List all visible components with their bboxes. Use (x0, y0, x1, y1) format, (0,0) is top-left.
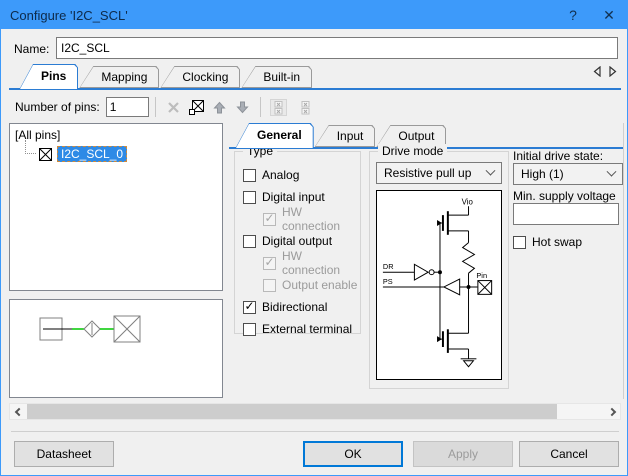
checkbox-box (243, 235, 256, 248)
toolbar-separator (260, 97, 261, 117)
tab-scroll-right-icon[interactable] (608, 66, 617, 77)
datasheet-button[interactable]: Datasheet (14, 441, 114, 467)
number-of-pins-label: Number of pins: (15, 100, 100, 114)
delete-pin-icon[interactable] (164, 98, 183, 117)
tree-item-label: I2C_SCL_0 (57, 146, 127, 162)
checkbox-box (243, 301, 256, 314)
title-bar: Configure 'I2C_SCL' ? ✕ (1, 1, 627, 29)
apply-button[interactable]: Apply (413, 441, 513, 467)
pin-preview-schematic (10, 300, 222, 397)
drive-mode-group: Drive mode Resistive pull up Vio DR (369, 151, 509, 389)
cancel-button[interactable]: Cancel (519, 441, 619, 467)
checkbox-analog[interactable]: Analog (235, 164, 360, 186)
initial-drive-state-select[interactable]: High (1) (513, 163, 623, 185)
pin-preview-panel (9, 299, 223, 398)
horizontal-scrollbar[interactable] (9, 403, 621, 420)
tree-item-pin[interactable]: I2C_SCL_0 (15, 146, 222, 162)
svg-text:Vio: Vio (462, 197, 474, 206)
checkbox-hot-swap[interactable]: Hot swap (513, 235, 582, 249)
unchain-pins-icon[interactable] (296, 98, 315, 117)
number-of-pins-input[interactable] (106, 97, 149, 117)
drive-mode-select[interactable]: Resistive pull up (376, 162, 502, 184)
svg-text:PS: PS (383, 277, 393, 286)
drive-mode-diagram: Vio DR PS Pin (376, 190, 502, 380)
close-button[interactable]: ✕ (591, 1, 627, 29)
name-input[interactable] (56, 37, 618, 59)
tab-clocking[interactable]: Clocking (160, 66, 240, 88)
chain-pins-icon[interactable] (269, 98, 288, 117)
min-supply-voltage-label: Min. supply voltage (513, 189, 616, 203)
window-title: Configure 'I2C_SCL' (10, 8, 128, 23)
move-up-icon[interactable] (210, 98, 229, 117)
tab-scroll-arrows (593, 62, 617, 77)
checkbox-box (243, 191, 256, 204)
scroll-left-icon[interactable] (10, 404, 27, 419)
scrollbar-thumb[interactable] (27, 404, 557, 419)
pin-icon (39, 148, 52, 161)
checkbox-box (513, 236, 526, 249)
main-tab-strip: Pins Mapping Clocking Built-in (9, 62, 621, 90)
checkbox-bidirectional[interactable]: Bidirectional (235, 296, 360, 318)
move-down-icon[interactable] (233, 98, 252, 117)
tab-scroll-left-icon[interactable] (593, 66, 602, 77)
pin-detail-panel: General Input Output Type Analog Digital… (229, 123, 624, 399)
tab-mapping[interactable]: Mapping (79, 66, 159, 88)
checkbox-box (243, 323, 256, 336)
toolbar-separator (155, 97, 156, 117)
initial-drive-state-label: Initial drive state: (513, 149, 603, 163)
checkbox-box (263, 279, 276, 292)
chevron-down-icon (607, 166, 617, 176)
pins-toolbar: Number of pins: (9, 93, 621, 121)
tree-elbow-connector (25, 140, 36, 154)
min-supply-voltage-input[interactable] (513, 203, 619, 225)
tab-built-in[interactable]: Built-in (241, 66, 312, 88)
tab-pins[interactable]: Pins (19, 64, 78, 90)
help-button[interactable]: ? (555, 1, 591, 29)
checkbox-hw-connection-output[interactable]: HW connection (235, 252, 360, 274)
pin-tree-panel: [All pins] I2C_SCL_0 (9, 123, 223, 291)
type-group: Type Analog Digital input HW connection … (234, 151, 361, 334)
svg-text:DR: DR (383, 262, 394, 271)
scroll-right-icon[interactable] (603, 404, 620, 419)
tree-root-all-pins[interactable]: [All pins] (15, 128, 222, 142)
checkbox-hw-connection-input[interactable]: HW connection (235, 208, 360, 230)
checkbox-external-terminal[interactable]: External terminal (235, 318, 360, 340)
chevron-down-icon (486, 165, 496, 175)
configure-pin-dialog: Configure 'I2C_SCL' ? ✕ Name: Pins Mappi… (0, 0, 628, 476)
add-pin-icon[interactable] (187, 98, 206, 117)
svg-text:Pin: Pin (476, 271, 487, 280)
checkbox-box (263, 257, 276, 270)
drive-mode-group-title: Drive mode (378, 144, 447, 158)
tab-input[interactable]: Input (315, 125, 376, 147)
ok-button[interactable]: OK (303, 441, 403, 467)
checkbox-box (243, 169, 256, 182)
footer-divider (11, 431, 619, 432)
name-label: Name: (14, 42, 49, 56)
checkbox-box (263, 213, 276, 226)
checkbox-output-enable[interactable]: Output enable (235, 274, 360, 296)
tab-general[interactable]: General (235, 123, 314, 149)
